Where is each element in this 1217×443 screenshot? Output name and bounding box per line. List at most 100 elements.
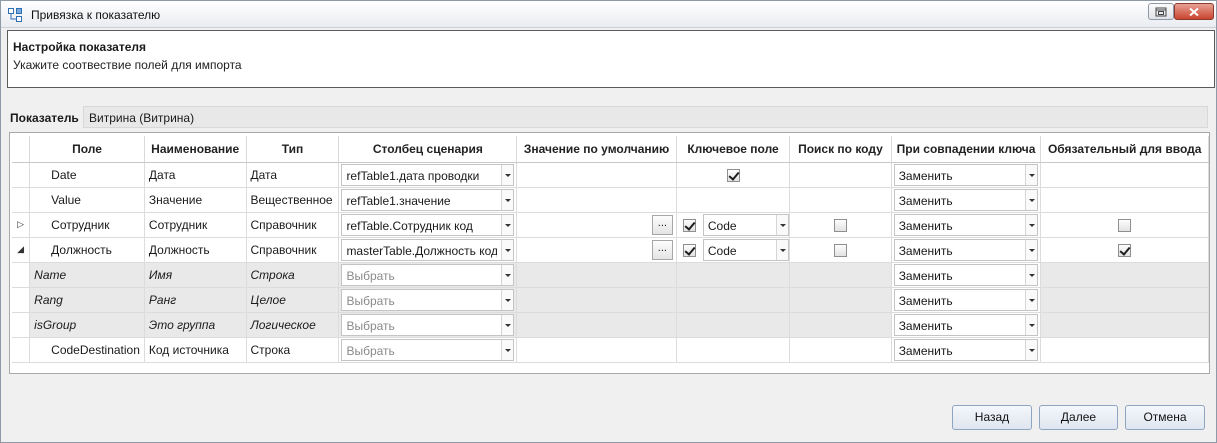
on-key-match-cell[interactable]: Заменить <box>891 187 1042 213</box>
table-row[interactable]: isGroup Это группа Логическое Выбрать Замени… <box>12 312 1209 338</box>
restore-button[interactable] <box>1148 3 1174 20</box>
column-header[interactable]: При совпадении ключа <box>891 136 1042 163</box>
browse-button[interactable]: ... <box>651 239 673 260</box>
scenario-column-cell[interactable]: refTable1.значение <box>338 187 518 213</box>
title-bar[interactable]: Привязка к показателю <box>1 1 1216 28</box>
required-cell[interactable] <box>1040 187 1209 213</box>
scenario-column-cell[interactable]: Выбрать <box>338 312 518 338</box>
column-header[interactable]: Ключевое поле <box>676 136 791 163</box>
table-row[interactable]: ▷ Сотрудник Сотрудник Справочник refTable.Со… <box>12 212 1209 238</box>
default-value-cell[interactable] <box>516 337 677 363</box>
chevron-down-icon[interactable] <box>501 289 514 310</box>
on-key-match-select[interactable]: Заменить <box>893 163 1039 186</box>
cancel-button[interactable]: Отмена <box>1125 405 1205 430</box>
browse-button[interactable]: ... <box>651 214 673 235</box>
on-key-match-select[interactable]: Заменить <box>893 213 1039 236</box>
search-by-code-cell[interactable] <box>789 312 892 338</box>
on-key-match-cell[interactable]: Заменить <box>891 262 1042 288</box>
on-key-match-select[interactable]: Заменить <box>893 338 1039 361</box>
required-checkbox[interactable] <box>1118 243 1132 257</box>
default-value-cell[interactable] <box>516 312 677 338</box>
scenario-column-select[interactable]: refTable1.значение <box>341 188 515 211</box>
search-by-code-cell[interactable] <box>789 262 892 288</box>
scenario-column-cell[interactable]: Выбрать <box>338 262 518 288</box>
chevron-down-icon[interactable] <box>1025 264 1038 285</box>
key-field-cell[interactable] <box>676 187 791 213</box>
scenario-column-cell[interactable]: refTable1.дата проводки <box>338 162 518 188</box>
default-value-cell[interactable] <box>516 287 677 313</box>
column-header[interactable]: Столбец сценария <box>338 136 518 163</box>
chevron-down-icon[interactable] <box>1025 214 1038 235</box>
table-row[interactable]: Name Имя Строка Выбрать Заменить <box>12 262 1209 288</box>
key-field-cell[interactable] <box>676 262 791 288</box>
scenario-column-cell[interactable]: refTable.Сотрудник код <box>338 212 518 238</box>
on-key-match-select[interactable]: Заменить <box>893 238 1039 261</box>
required-cell[interactable] <box>1040 162 1209 188</box>
search-by-code-cell[interactable] <box>789 287 892 313</box>
key-field-cell[interactable] <box>676 287 791 313</box>
default-value-cell[interactable]: ... <box>516 237 677 263</box>
required-cell[interactable] <box>1040 237 1209 263</box>
column-header[interactable]: Значение по умолчанию <box>516 136 677 163</box>
key-field-select[interactable]: Code <box>702 238 789 261</box>
table-row[interactable]: Rang Ранг Целое Выбрать Заменить <box>12 287 1209 313</box>
required-cell[interactable] <box>1040 312 1209 338</box>
search-by-code-cell[interactable] <box>789 187 892 213</box>
column-header[interactable]: Обязательный для ввода <box>1040 136 1209 163</box>
expand-icon[interactable]: ▷ <box>12 212 31 238</box>
search-by-code-checkbox[interactable] <box>833 218 847 232</box>
search-by-code-cell[interactable] <box>789 212 892 238</box>
key-field-cell[interactable] <box>676 162 791 188</box>
scenario-column-select[interactable]: refTable.Сотрудник код <box>341 213 515 236</box>
key-field-cell[interactable]: Code <box>676 212 791 238</box>
chevron-down-icon[interactable] <box>501 164 514 185</box>
default-value-cell[interactable] <box>516 262 677 288</box>
column-header[interactable]: Наименование <box>144 136 247 163</box>
scenario-column-cell[interactable]: Выбрать <box>338 337 518 363</box>
chevron-down-icon[interactable] <box>775 214 788 235</box>
chevron-down-icon[interactable] <box>501 339 514 360</box>
default-value-cell[interactable]: ... <box>516 212 677 238</box>
column-header[interactable]: Поле <box>29 136 145 163</box>
required-cell[interactable] <box>1040 287 1209 313</box>
chevron-down-icon[interactable] <box>1025 164 1038 185</box>
on-key-match-cell[interactable]: Заменить <box>891 337 1042 363</box>
scenario-column-select[interactable]: masterTable.Должность код <box>341 238 515 261</box>
scenario-column-select[interactable]: Выбрать <box>341 313 515 336</box>
table-row[interactable]: CodeDestination Код источника Строка Выбрат… <box>12 337 1209 363</box>
on-key-match-select[interactable]: Заменить <box>893 263 1039 286</box>
table-row[interactable]: ◢ Должность Должность Справочник masterTable… <box>12 237 1209 263</box>
column-header[interactable]: Поиск по коду <box>789 136 892 163</box>
default-value-cell[interactable] <box>516 187 677 213</box>
required-cell[interactable] <box>1040 337 1209 363</box>
scenario-column-select[interactable]: refTable1.дата проводки <box>341 163 515 186</box>
scenario-column-cell[interactable]: Выбрать <box>338 287 518 313</box>
key-field-cell[interactable] <box>676 337 791 363</box>
on-key-match-select[interactable]: Заменить <box>893 288 1039 311</box>
chevron-down-icon[interactable] <box>501 189 514 210</box>
required-checkbox[interactable] <box>1118 218 1132 232</box>
required-cell[interactable] <box>1040 262 1209 288</box>
chevron-down-icon[interactable] <box>501 239 514 260</box>
search-by-code-cell[interactable] <box>789 162 892 188</box>
on-key-match-cell[interactable]: Заменить <box>891 287 1042 313</box>
back-button[interactable]: Назад <box>952 405 1032 430</box>
chevron-down-icon[interactable] <box>501 264 514 285</box>
close-button[interactable] <box>1174 3 1214 20</box>
scenario-column-select[interactable]: Выбрать <box>341 263 515 286</box>
chevron-down-icon[interactable] <box>1025 289 1038 310</box>
key-field-checkbox[interactable] <box>682 218 696 232</box>
collapse-icon[interactable]: ◢ <box>12 237 31 263</box>
on-key-match-cell[interactable]: Заменить <box>891 237 1042 263</box>
on-key-match-cell[interactable]: Заменить <box>891 312 1042 338</box>
chevron-down-icon[interactable] <box>501 314 514 335</box>
search-by-code-cell[interactable] <box>789 237 892 263</box>
column-header[interactable]: Тип <box>246 136 340 163</box>
key-field-checkbox[interactable] <box>726 168 740 182</box>
on-key-match-select[interactable]: Заменить <box>893 188 1039 211</box>
chevron-down-icon[interactable] <box>1025 339 1038 360</box>
default-value-cell[interactable] <box>516 162 677 188</box>
table-row[interactable]: Value Значение Вещественное refTable1.значе… <box>12 187 1209 213</box>
scenario-column-cell[interactable]: masterTable.Должность код <box>338 237 518 263</box>
required-cell[interactable] <box>1040 212 1209 238</box>
